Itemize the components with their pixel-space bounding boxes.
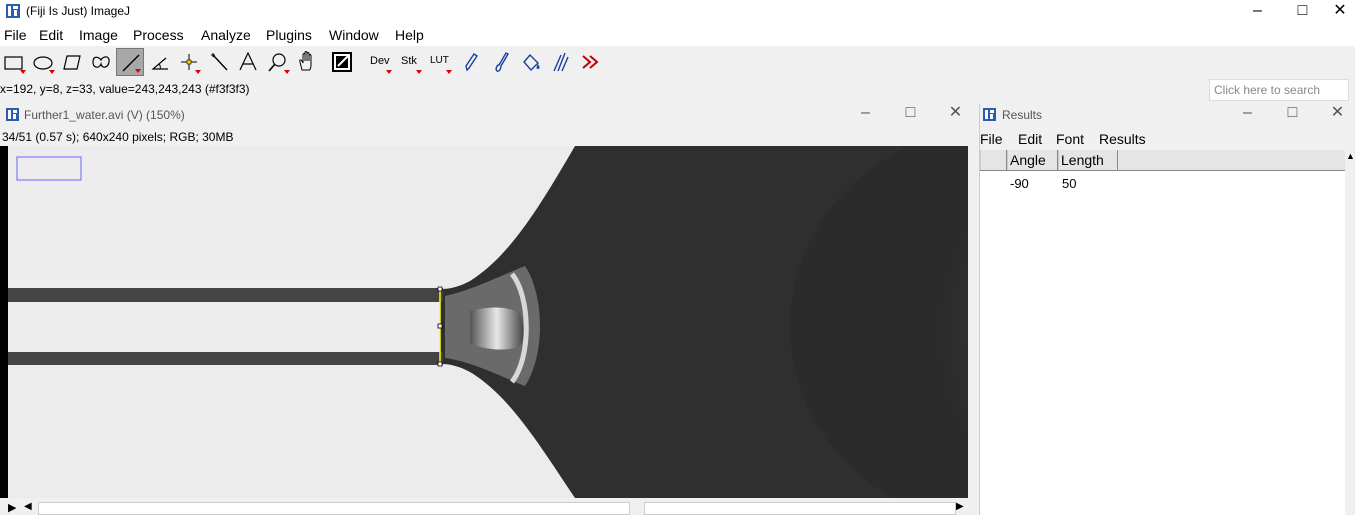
- wand-icon: [211, 53, 228, 71]
- text-tool-button[interactable]: [234, 48, 262, 76]
- status-text: x=192, y=8, z=33, value=243,243,243 (#f3…: [0, 82, 250, 96]
- more-tools-icon: [582, 55, 599, 69]
- lut-menu-button[interactable]: LUT: [426, 48, 454, 76]
- results-menu-results[interactable]: Results: [1099, 131, 1146, 147]
- maximize-button[interactable]: □: [1280, 0, 1325, 24]
- scroll-left-icon[interactable]: ◀: [24, 501, 32, 512]
- results-maximize-button[interactable]: □: [1270, 104, 1315, 124]
- scrollbar-thumb[interactable]: [644, 502, 956, 515]
- results-title-bar: Results – □ ✕: [980, 104, 1355, 126]
- image-minimize-button[interactable]: –: [843, 104, 888, 124]
- pencil-icon: [465, 53, 478, 72]
- oval-tool-button[interactable]: [29, 48, 57, 76]
- results-menu-edit[interactable]: Edit: [1018, 131, 1042, 147]
- dev-menu-button[interactable]: Dev: [366, 48, 394, 76]
- scrollbar-track[interactable]: [38, 502, 630, 515]
- search-input[interactable]: Click here to search: [1209, 79, 1349, 101]
- results-scrollbar[interactable]: ▲: [1345, 150, 1355, 515]
- text-icon: [239, 51, 257, 71]
- results-window: Results – □ ✕ File Edit Font Results Ang…: [979, 104, 1355, 515]
- results-close-button[interactable]: ✕: [1315, 104, 1355, 124]
- image-window: Further1_water.avi (V) (150%) – □ ✕ 34/5…: [0, 104, 978, 515]
- results-menu-file[interactable]: File: [980, 131, 1003, 147]
- minimize-button[interactable]: –: [1235, 0, 1280, 24]
- image-info: 34/51 (0.57 s); 640x240 pixels; RGB; 30M…: [2, 130, 234, 144]
- menu-plugins[interactable]: Plugins: [266, 27, 312, 43]
- polygon-tool-button[interactable]: [58, 48, 86, 76]
- column-header-length[interactable]: Length: [1058, 150, 1118, 170]
- play-icon[interactable]: ▶: [8, 501, 16, 514]
- brush-icon: [495, 52, 509, 72]
- image-window-title: Further1_water.avi (V) (150%): [24, 108, 185, 122]
- angle-icon: [151, 57, 168, 70]
- toolbar: Dev Stk LUT: [0, 46, 1355, 78]
- dev-label: Dev: [370, 55, 390, 67]
- polygon-icon: [63, 55, 81, 70]
- menu-bar: File Edit Image Process Analyze Plugins …: [0, 24, 1355, 46]
- menu-window[interactable]: Window: [329, 27, 379, 43]
- menu-process[interactable]: Process: [133, 27, 184, 43]
- image-canvas[interactable]: [0, 146, 968, 498]
- close-button[interactable]: ✕: [1325, 0, 1355, 24]
- image-close-button[interactable]: ✕: [933, 104, 978, 124]
- column-header-angle[interactable]: Angle: [1007, 150, 1058, 170]
- menu-help[interactable]: Help: [395, 27, 424, 43]
- pencil-tool-button[interactable]: [457, 48, 485, 76]
- flood-fill-icon: [523, 53, 540, 72]
- lut-label: LUT: [430, 55, 449, 66]
- overlay-brush-tool-button[interactable]: [547, 48, 575, 76]
- fiji-logo-icon: [6, 108, 19, 121]
- results-menu-font[interactable]: Font: [1056, 131, 1084, 147]
- brush-tool-button[interactable]: [487, 48, 515, 76]
- menu-image[interactable]: Image: [79, 27, 118, 43]
- menu-analyze[interactable]: Analyze: [201, 27, 251, 43]
- row-number-header[interactable]: [980, 150, 1007, 170]
- stk-label: Stk: [401, 55, 417, 67]
- magnifier-tool-button[interactable]: [264, 48, 292, 76]
- scroll-right-icon[interactable]: ▶: [956, 501, 964, 512]
- freehand-tool-button[interactable]: [87, 48, 115, 76]
- cell-length: 50: [1062, 176, 1077, 191]
- hand-tool-button[interactable]: [293, 48, 321, 76]
- image-maximize-button[interactable]: □: [888, 104, 933, 124]
- scroll-up-icon[interactable]: ▲: [1346, 151, 1355, 161]
- hand-icon: [299, 51, 312, 71]
- more-tools-button[interactable]: [577, 48, 605, 76]
- fiji-logo-icon: [6, 4, 20, 18]
- results-menu-bar: File Edit Font Results: [980, 126, 1355, 150]
- main-title-bar: (Fiji Is Just) ImageJ – □ ✕: [0, 0, 1355, 24]
- color-picker-icon: [332, 52, 352, 72]
- frame-scrollbar[interactable]: ▶ ◀ ▶: [0, 500, 968, 515]
- stk-menu-button[interactable]: Stk: [396, 48, 424, 76]
- wand-tool-button[interactable]: [205, 48, 233, 76]
- fiji-logo-icon: [983, 108, 996, 121]
- menu-file[interactable]: File: [4, 27, 27, 43]
- image-window-title-bar: Further1_water.avi (V) (150%) – □ ✕: [0, 104, 978, 126]
- point-tool-button[interactable]: [175, 48, 203, 76]
- angle-tool-button[interactable]: [146, 48, 174, 76]
- freehand-icon: [92, 56, 110, 68]
- overlay-brush-icon: [553, 52, 569, 72]
- color-picker-tool-button[interactable]: [328, 48, 356, 76]
- menu-edit[interactable]: Edit: [39, 27, 63, 43]
- line-tool-button[interactable]: [116, 48, 144, 76]
- flood-fill-tool-button[interactable]: [517, 48, 545, 76]
- rectangle-tool-button[interactable]: [0, 48, 28, 76]
- results-minimize-button[interactable]: –: [1225, 104, 1270, 124]
- results-table-header: Angle Length: [980, 150, 1346, 171]
- app-title: (Fiji Is Just) ImageJ: [26, 4, 131, 18]
- results-title: Results: [1002, 108, 1043, 122]
- cell-angle: -90: [1010, 176, 1029, 191]
